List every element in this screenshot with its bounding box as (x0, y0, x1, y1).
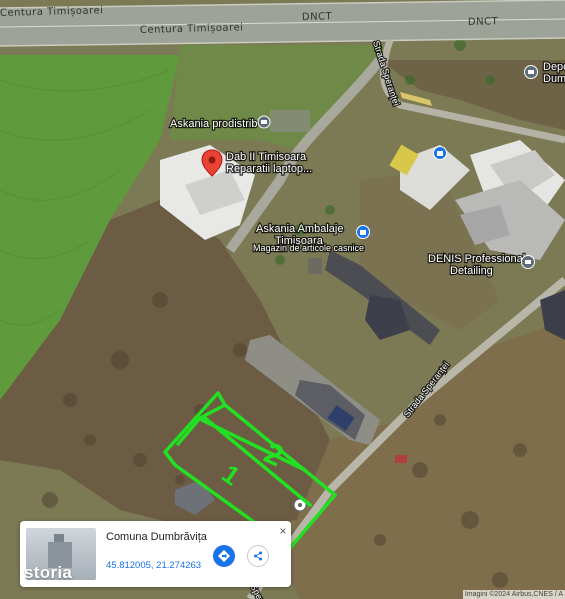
poi-askania-ambalaje-label-line1[interactable]: Askania Ambalaje (255, 222, 345, 237)
directions-button[interactable] (213, 545, 235, 567)
poi-denis-label-line1[interactable]: DENIS Professional (427, 252, 527, 267)
share-button[interactable] (247, 545, 269, 567)
poi-depo-label-line1[interactable]: Depo (542, 60, 565, 75)
place-title: Comuna Dumbrăvița (106, 531, 207, 543)
label-dnct-1: DNCT (302, 11, 333, 23)
close-icon[interactable]: × (277, 525, 289, 537)
store-icon[interactable] (524, 65, 538, 79)
poi-magazin-label[interactable]: Magazin de articole casnice (252, 242, 366, 255)
storia-watermark: storia (24, 563, 73, 582)
poi-depo-label-line2[interactable]: Dum (542, 72, 565, 87)
shopping-bag-icon[interactable] (433, 146, 447, 160)
poi-denis-label-line2[interactable]: Detailing (449, 264, 494, 279)
poi-dab-label-line2[interactable]: Reparatii laptop... (225, 162, 314, 177)
shopping-bag-icon[interactable] (356, 225, 370, 239)
poi-askania-prodistrib-label[interactable]: Askania prodistrib (169, 117, 259, 132)
place-coordinates[interactable]: 45.812005, 21.274263 (106, 560, 201, 571)
poi-dab-label-line1[interactable]: Dab II Timisoara (225, 150, 308, 165)
satellite-map[interactable]: Centura Timișoarei Centura Timișoarei DN… (0, 0, 565, 599)
imagery-attribution: Imagini ©2024 Airbus,CNES / A (462, 590, 565, 599)
share-icon (254, 551, 262, 561)
directions-icon (218, 550, 230, 562)
car-service-icon[interactable] (521, 255, 535, 269)
label-dnct-2: DNCT (468, 16, 499, 28)
store-icon[interactable] (257, 115, 271, 129)
